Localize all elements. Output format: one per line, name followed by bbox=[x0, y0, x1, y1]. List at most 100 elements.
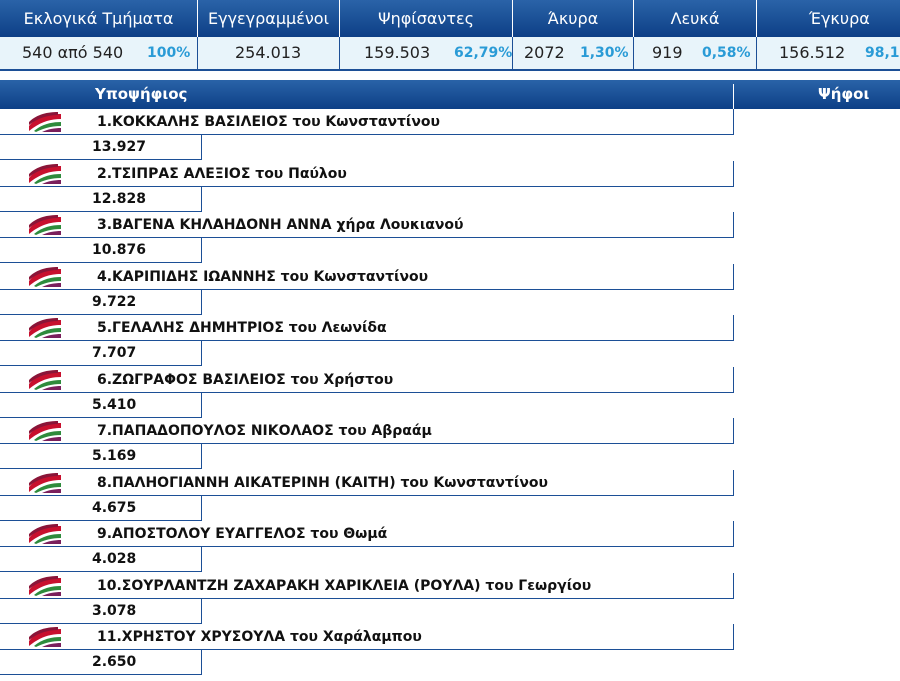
candidate-votes: 4.675 bbox=[92, 499, 137, 516]
candidate-votes: 10.876 bbox=[92, 242, 147, 258]
candidate-name-cell: 6.ΖΩΓΡΑΦΟΣ ΒΑΣΙΛΕΙΟΣ του Χρήστου bbox=[0, 366, 734, 393]
candidate-name: 7.ΠΑΠΑΔΟΠΟΥΛΟΣ ΝΙΚΟΛΑΟΣ του Αβραάμ bbox=[97, 423, 432, 439]
election-summary-table: Εκλογικά Τμήματα 540 από 540 100% Εγγεγρ… bbox=[0, 0, 900, 71]
syriza-party-logo-icon bbox=[29, 524, 61, 544]
candidate-votes-cell: 4.028 bbox=[0, 547, 202, 572]
stat-valid-body: 156.512 98,12% bbox=[757, 37, 900, 71]
candidate-votes-cell: 10.876 bbox=[0, 238, 202, 263]
candidate-list-header: Υποψήφιος Ψήφοι bbox=[0, 80, 900, 109]
stat-voted-value: 159.503 bbox=[364, 43, 431, 62]
stat-invalid-label: Άκυρα bbox=[513, 0, 634, 37]
candidate-votes: 13.927 bbox=[92, 139, 147, 155]
candidate-votes-cell: 13.927 bbox=[0, 135, 202, 160]
candidate-votes: 12.828 bbox=[92, 190, 147, 207]
candidate-votes-cell: 7.707 bbox=[0, 341, 202, 366]
candidate-votes: 5.410 bbox=[92, 396, 137, 413]
stat-invalid-body: 2072 1,30% bbox=[513, 37, 634, 71]
candidate-name-cell: 4.ΚΑΡΙΠΙΔΗΣ ΙΩΑΝΝΗΣ του Κωνσταντίνου bbox=[0, 263, 734, 290]
candidate-name-cell: 7.ΠΑΠΑΔΟΠΟΥΛΟΣ ΝΙΚΟΛΑΟΣ του Αβραάμ bbox=[0, 418, 734, 444]
syriza-party-logo-icon bbox=[29, 575, 61, 596]
candidate-name: 4.ΚΑΡΙΠΙΔΗΣ ΙΩΑΝΝΗΣ του Κωνσταντίνου bbox=[97, 268, 429, 285]
candidate-name-cell: 10.ΣΟΥΡΛΑΝΤΖΗ ΖΑΧΑΡΑΚΗ ΧΑΡΙΚΛΕΙΑ (ΡΟΥΛΑ)… bbox=[0, 572, 734, 599]
stat-registered-label: Εγγεγραμμένοι bbox=[198, 0, 340, 37]
candidate-votes: 7.707 bbox=[92, 345, 137, 361]
stat-voted-label: Ψηφίσαντες bbox=[340, 0, 513, 37]
stat-voted-body: 159.503 62,79% bbox=[340, 37, 513, 71]
stat-voted-percent: 62,79% bbox=[454, 45, 513, 61]
candidate-name: 5.ΓΕΛΑΛΗΣ ΔΗΜΗΤΡΙΟΣ του Λεωνίδα bbox=[97, 320, 387, 336]
stat-sections-label: Εκλογικά Τμήματα bbox=[0, 0, 198, 37]
stat-invalid-percent: 1,30% bbox=[580, 45, 629, 61]
candidate-votes: 4.028 bbox=[92, 551, 137, 567]
syriza-party-logo-icon bbox=[29, 112, 61, 132]
candidate-name: 8.ΠΑΛΗΟΓΙΑΝΝΗ ΑΙΚΑΤΕΡΙΝΗ (ΚΑΙΤΗ) του Κων… bbox=[97, 474, 548, 491]
stat-sections-body: 540 από 540 100% bbox=[0, 37, 198, 71]
candidate-votes-cell: 9.722 bbox=[0, 289, 202, 315]
candidate-votes-cell: 3.078 bbox=[0, 598, 202, 624]
candidate-row: 9.ΑΠΟΣΤΟΛΟΥ ΕΥΑΓΓΕΛΟΣ του Θωμά 4.028 bbox=[0, 521, 900, 573]
stat-invalid-value: 2072 bbox=[524, 43, 565, 62]
candidate-name: 2.ΤΣΙΠΡΑΣ ΑΛΕΞΙΟΣ του Παύλου bbox=[97, 165, 347, 182]
candidate-name-cell: 2.ΤΣΙΠΡΑΣ ΑΛΕΞΙΟΣ του Παύλου bbox=[0, 160, 734, 187]
candidate-votes-cell: 5.169 bbox=[0, 444, 202, 469]
stat-valid: Έγκυρα 156.512 98,12% bbox=[757, 0, 900, 71]
syriza-party-logo-icon bbox=[29, 627, 61, 647]
stat-valid-label: Έγκυρα bbox=[757, 0, 900, 37]
candidate-list: 1.ΚΟΚΚΑΛΗΣ ΒΑΣΙΛΕΙΟΣ του Κωνσταντίνου 13… bbox=[0, 109, 900, 676]
candidate-votes-cell: 12.828 bbox=[0, 186, 202, 212]
syriza-party-logo-icon bbox=[29, 215, 61, 235]
stat-registered-body: 254.013 bbox=[198, 37, 340, 71]
candidate-column-header: Υποψήφιος bbox=[95, 85, 188, 103]
stat-registered: Εγγεγραμμένοι 254.013 bbox=[198, 0, 340, 71]
votes-column-header: Ψήφοι bbox=[818, 85, 870, 103]
syriza-party-logo-icon bbox=[29, 421, 61, 441]
candidate-votes-cell: 4.675 bbox=[0, 495, 202, 521]
stat-blank-value: 919 bbox=[652, 43, 683, 62]
stat-valid-percent: 98,12% bbox=[865, 45, 900, 61]
stat-blank: Λευκά 919 0,58% bbox=[634, 0, 757, 71]
stat-registered-value: 254.013 bbox=[235, 43, 302, 62]
candidate-name-cell: 8.ΠΑΛΗΟΓΙΑΝΝΗ ΑΙΚΑΤΕΡΙΝΗ (ΚΑΙΤΗ) του Κων… bbox=[0, 469, 734, 496]
stat-blank-body: 919 0,58% bbox=[634, 37, 757, 71]
candidate-votes: 5.169 bbox=[92, 448, 137, 464]
candidate-row: 10.ΣΟΥΡΛΑΝΤΖΗ ΖΑΧΑΡΑΚΗ ΧΑΡΙΚΛΕΙΑ (ΡΟΥΛΑ)… bbox=[0, 572, 900, 625]
candidate-name-cell: 11.ΧΡΗΣΤΟΥ ΧΡΥΣΟΥΛΑ του Χαράλαμπου bbox=[0, 624, 734, 650]
stat-sections-value: 540 από 540 bbox=[22, 43, 124, 62]
candidate-row: 2.ΤΣΙΠΡΑΣ ΑΛΕΞΙΟΣ του Παύλου 12.828 bbox=[0, 160, 900, 213]
candidate-row: 11.ΧΡΗΣΤΟΥ ΧΡΥΣΟΥΛΑ του Χαράλαμπου 2.650 bbox=[0, 624, 900, 676]
syriza-party-logo-icon bbox=[29, 163, 61, 184]
syriza-party-logo-icon bbox=[29, 369, 61, 390]
stat-sections-percent: 100% bbox=[147, 45, 191, 61]
candidate-votes: 3.078 bbox=[92, 602, 137, 619]
candidate-votes: 9.722 bbox=[92, 293, 137, 310]
candidate-name: 10.ΣΟΥΡΛΑΝΤΖΗ ΖΑΧΑΡΑΚΗ ΧΑΡΙΚΛΕΙΑ (ΡΟΥΛΑ)… bbox=[97, 577, 592, 594]
stat-blank-label: Λευκά bbox=[634, 0, 757, 37]
candidate-name-cell: 1.ΚΟΚΚΑΛΗΣ ΒΑΣΙΛΕΙΟΣ του Κωνσταντίνου bbox=[0, 109, 734, 135]
syriza-party-logo-icon bbox=[29, 266, 61, 287]
candidate-name: 11.ΧΡΗΣΤΟΥ ΧΡΥΣΟΥΛΑ του Χαράλαμπου bbox=[97, 629, 422, 645]
stat-sections: Εκλογικά Τμήματα 540 από 540 100% bbox=[0, 0, 198, 71]
stat-valid-value: 156.512 bbox=[779, 43, 846, 62]
candidate-row: 5.ΓΕΛΑΛΗΣ ΔΗΜΗΤΡΙΟΣ του Λεωνίδα 7.707 bbox=[0, 315, 900, 367]
candidate-name: 6.ΖΩΓΡΑΦΟΣ ΒΑΣΙΛΕΙΟΣ του Χρήστου bbox=[97, 371, 394, 388]
candidate-row: 1.ΚΟΚΚΑΛΗΣ ΒΑΣΙΛΕΙΟΣ του Κωνσταντίνου 13… bbox=[0, 109, 900, 161]
candidate-name-cell: 5.ΓΕΛΑΛΗΣ ΔΗΜΗΤΡΙΟΣ του Λεωνίδα bbox=[0, 315, 734, 341]
candidate-name-cell: 3.ΒΑΓΕΝΑ ΚΗΛΑΗΔΟΝΗ ΑΝΝΑ χήρα Λουκιανού bbox=[0, 212, 734, 238]
candidate-name-cell: 9.ΑΠΟΣΤΟΛΟΥ ΕΥΑΓΓΕΛΟΣ του Θωμά bbox=[0, 521, 734, 547]
stat-invalid: Άκυρα 2072 1,30% bbox=[513, 0, 634, 71]
candidate-row: 3.ΒΑΓΕΝΑ ΚΗΛΑΗΔΟΝΗ ΑΝΝΑ χήρα Λουκιανού 1… bbox=[0, 212, 900, 264]
stat-voted: Ψηφίσαντες 159.503 62,79% bbox=[340, 0, 513, 71]
candidate-name: 1.ΚΟΚΚΑΛΗΣ ΒΑΣΙΛΕΙΟΣ του Κωνσταντίνου bbox=[97, 114, 440, 130]
candidate-votes-cell: 2.650 bbox=[0, 650, 202, 675]
syriza-party-logo-icon bbox=[29, 318, 61, 338]
candidate-row: 7.ΠΑΠΑΔΟΠΟΥΛΟΣ ΝΙΚΟΛΑΟΣ του Αβραάμ 5.169 bbox=[0, 418, 900, 470]
candidate-name: 3.ΒΑΓΕΝΑ ΚΗΛΑΗΔΟΝΗ ΑΝΝΑ χήρα Λουκιανού bbox=[97, 217, 464, 233]
candidate-votes-cell: 5.410 bbox=[0, 392, 202, 418]
candidate-row: 8.ΠΑΛΗΟΓΙΑΝΝΗ ΑΙΚΑΤΕΡΙΝΗ (ΚΑΙΤΗ) του Κων… bbox=[0, 469, 900, 522]
candidate-row: 6.ΖΩΓΡΑΦΟΣ ΒΑΣΙΛΕΙΟΣ του Χρήστου 5.410 bbox=[0, 366, 900, 419]
candidate-name: 9.ΑΠΟΣΤΟΛΟΥ ΕΥΑΓΓΕΛΟΣ του Θωμά bbox=[97, 526, 388, 542]
candidate-votes: 2.650 bbox=[92, 654, 137, 670]
syriza-party-logo-icon bbox=[29, 472, 61, 493]
candidate-row: 4.ΚΑΡΙΠΙΔΗΣ ΙΩΑΝΝΗΣ του Κωνσταντίνου 9.7… bbox=[0, 263, 900, 316]
header-divider bbox=[733, 84, 734, 109]
